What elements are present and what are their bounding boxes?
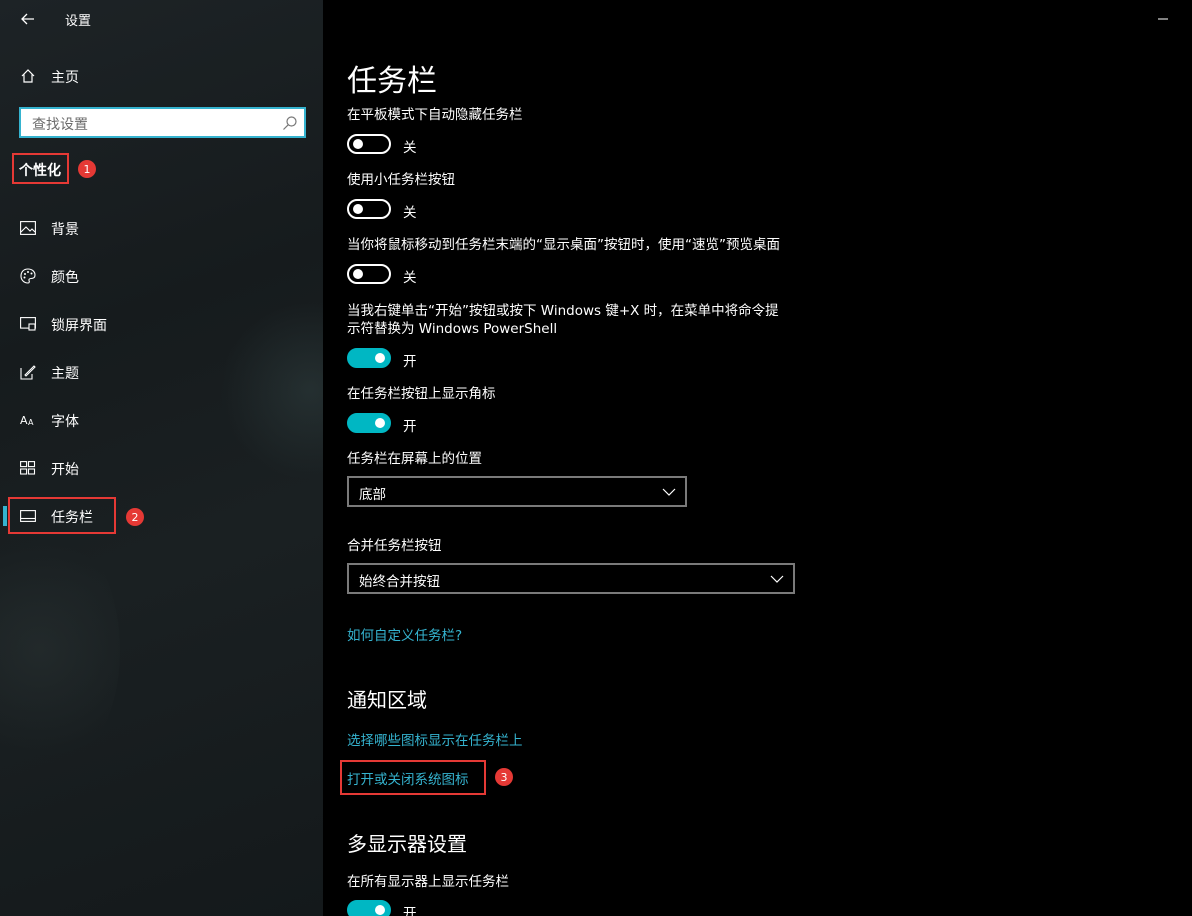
svg-text:A: A xyxy=(20,414,28,427)
toggle-knob xyxy=(375,353,385,363)
chevron-down-icon xyxy=(662,488,676,496)
notification-area-heading: 通知区域 xyxy=(347,688,427,712)
toggle-knob xyxy=(353,269,363,279)
multi-display-heading: 多显示器设置 xyxy=(347,832,467,856)
setting-label: 合并任务栏按钮 xyxy=(347,538,442,554)
toggle-all-displays[interactable] xyxy=(347,900,391,916)
chevron-down-icon xyxy=(770,575,784,583)
toggle-state: 关 xyxy=(403,205,417,221)
back-button[interactable] xyxy=(14,6,42,32)
minimize-icon[interactable] xyxy=(1156,12,1170,26)
sidebar-item-label: 主题 xyxy=(51,366,79,382)
setting-label: 在任务栏按钮上显示角标 xyxy=(347,386,496,402)
setting-label: 使用小任务栏按钮 xyxy=(347,172,455,188)
theme-brush-icon xyxy=(20,364,36,380)
setting-label: 示符替换为 Windows PowerShell xyxy=(347,321,558,337)
background-glow xyxy=(0,520,120,780)
sidebar-item-lockscreen[interactable]: 锁屏界面 xyxy=(0,304,323,344)
sidebar-item-label: 主页 xyxy=(51,70,79,86)
toggle-state: 开 xyxy=(403,906,417,916)
toggle-state: 关 xyxy=(403,140,417,156)
toggle-knob xyxy=(353,204,363,214)
arrow-left-icon xyxy=(21,13,34,25)
toggle-knob xyxy=(375,418,385,428)
font-icon: AA xyxy=(20,412,36,428)
setting-label: 当你将鼠标移动到任务栏末端的“显示桌面”按钮时，使用“速览”预览桌面 xyxy=(347,237,780,253)
toggle-powershell[interactable] xyxy=(347,348,391,368)
sidebar-item-label: 开始 xyxy=(51,462,79,478)
sidebar-item-themes[interactable]: 主题 xyxy=(0,352,323,392)
sidebar: 设置 主页 查找设置 个性化 1 背景 颜色 锁屏界面 主题 A A 字体 开始… xyxy=(0,0,400,916)
search-input[interactable]: 查找设置 xyxy=(19,107,306,138)
help-link[interactable]: 如何自定义任务栏? xyxy=(347,624,462,644)
sidebar-item-label: 背景 xyxy=(51,222,79,238)
sidebar-item-label: 锁屏界面 xyxy=(51,318,107,334)
search-icon xyxy=(283,116,297,130)
sidebar-item-home[interactable]: 主页 xyxy=(0,56,323,96)
annotation-box-2 xyxy=(8,497,116,534)
page-title: 任务栏 xyxy=(347,64,437,99)
palette-icon xyxy=(20,268,36,284)
home-icon xyxy=(20,68,36,84)
picture-icon xyxy=(20,220,36,236)
toggle-knob xyxy=(353,139,363,149)
sidebar-item-label: 字体 xyxy=(51,414,79,430)
svg-text:A: A xyxy=(28,418,34,427)
toggle-knob xyxy=(375,905,385,915)
sidebar-item-background[interactable]: 背景 xyxy=(0,208,323,248)
lock-screen-icon xyxy=(20,316,36,332)
annotation-box-1 xyxy=(12,153,69,184)
toggle-state: 开 xyxy=(403,354,417,370)
start-grid-icon xyxy=(20,460,36,476)
toggle-badges[interactable] xyxy=(347,413,391,433)
setting-label: 在所有显示器上显示任务栏 xyxy=(347,874,509,890)
annotation-box-3 xyxy=(340,760,486,795)
toggle-hide-tablet-mode[interactable] xyxy=(347,134,391,154)
toggle-small-buttons[interactable] xyxy=(347,199,391,219)
sidebar-item-label: 颜色 xyxy=(51,270,79,286)
dropdown-value: 始终合并按钮 xyxy=(359,574,440,590)
setting-label: 当我右键单击“开始”按钮或按下 Windows 键+X 时，在菜单中将命令提 xyxy=(347,303,779,319)
annotation-badge-3: 3 xyxy=(495,768,513,786)
sidebar-item-start[interactable]: 开始 xyxy=(0,448,323,488)
setting-label: 任务栏在屏幕上的位置 xyxy=(347,451,482,467)
search-placeholder: 查找设置 xyxy=(32,117,88,133)
sidebar-item-fonts[interactable]: AA 字体 xyxy=(0,400,323,440)
select-icons-link[interactable]: 选择哪些图标显示在任务栏上 xyxy=(347,729,523,749)
combine-buttons-dropdown[interactable]: 始终合并按钮 xyxy=(347,563,795,594)
setting-label: 在平板模式下自动隐藏任务栏 xyxy=(347,107,523,123)
annotation-badge-1: 1 xyxy=(78,160,96,178)
app-title: 设置 xyxy=(65,14,92,29)
toggle-state: 开 xyxy=(403,419,417,435)
sidebar-item-colors[interactable]: 颜色 xyxy=(0,256,323,296)
dropdown-value: 底部 xyxy=(359,487,386,503)
toggle-state: 关 xyxy=(403,270,417,286)
annotation-badge-2: 2 xyxy=(126,508,144,526)
toggle-peek[interactable] xyxy=(347,264,391,284)
taskbar-position-dropdown[interactable]: 底部 xyxy=(347,476,687,507)
